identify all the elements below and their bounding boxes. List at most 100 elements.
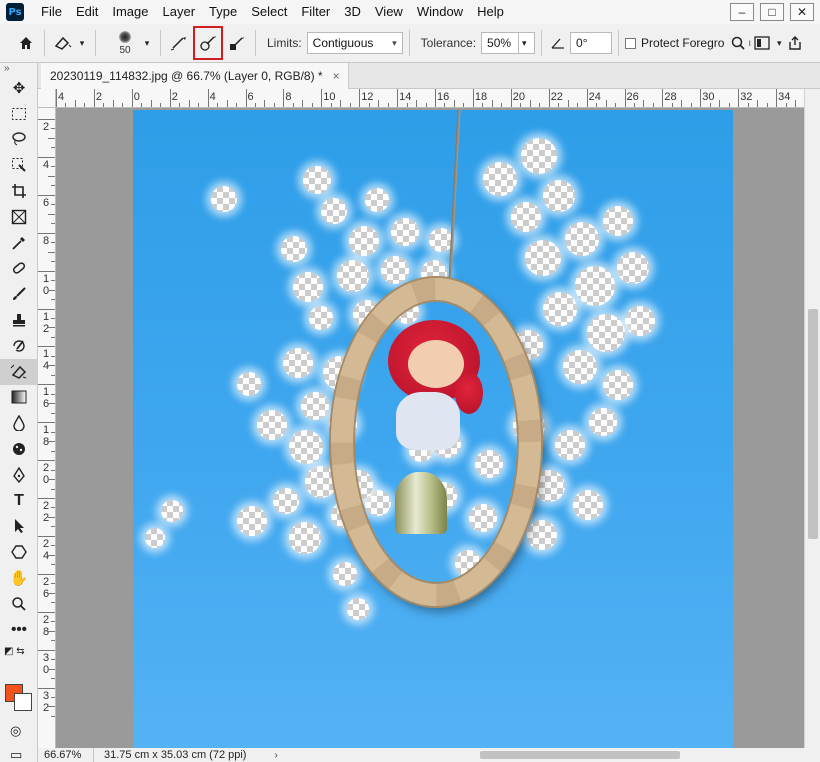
erased-transparent-area	[527, 520, 557, 550]
status-menu-arrow[interactable]: ›	[274, 750, 277, 761]
minimize-button[interactable]: –	[730, 3, 754, 21]
share-icon[interactable]	[785, 31, 805, 55]
close-tab-icon[interactable]: ×	[333, 69, 340, 83]
document-tab[interactable]: 20230119_114832.jpg @ 66.7% (Layer 0, RG…	[41, 63, 349, 89]
ruler-minor-tick	[51, 317, 55, 319]
background-eraser-tool-icon[interactable]	[0, 358, 38, 385]
ruler-minor-tick	[48, 289, 55, 291]
zoom-tool-icon[interactable]	[0, 591, 38, 617]
menu-window[interactable]: Window	[410, 0, 470, 24]
frame-tool-icon[interactable]	[0, 204, 38, 230]
menu-help[interactable]: Help	[470, 0, 511, 24]
move-tool-icon[interactable]: ✥	[0, 75, 38, 101]
sampling-background-icon[interactable]	[225, 31, 249, 55]
protect-foreground-checkbox[interactable]	[625, 37, 637, 49]
eyedropper-tool-icon[interactable]	[0, 230, 38, 256]
erased-transparent-area	[283, 348, 313, 378]
lasso-tool-icon[interactable]	[0, 127, 38, 153]
shape-tool-icon[interactable]	[0, 539, 38, 565]
canvas-pasteboard[interactable]	[56, 108, 804, 748]
horizontal-scroll-thumb[interactable]	[480, 751, 680, 759]
document-canvas[interactable]	[133, 110, 733, 748]
ruler-major-tick	[38, 498, 55, 499]
menu-type[interactable]: Type	[202, 0, 244, 24]
maximize-button[interactable]: □	[760, 3, 784, 21]
menu-image[interactable]: Image	[105, 0, 155, 24]
history-brush-tool-icon[interactable]	[0, 333, 38, 359]
healing-brush-tool-icon[interactable]	[0, 256, 38, 282]
ruler-minor-tick	[444, 103, 446, 107]
menu-filter[interactable]: Filter	[294, 0, 337, 24]
workspace-icon[interactable]	[751, 31, 773, 55]
brush-size-picker[interactable]: 50	[110, 26, 140, 60]
menu-bar: Ps File Edit Image Layer Type Select Fil…	[0, 0, 820, 24]
vertical-ruler[interactable]: 2468101214161820222426283032	[38, 108, 56, 748]
search-icon[interactable]	[728, 31, 748, 55]
swap-colors-icon[interactable]: ◩ ⇆	[0, 643, 38, 661]
erased-transparent-area	[521, 138, 557, 174]
collapse-panel-icon[interactable]: »	[0, 63, 37, 75]
tolerance-dropdown[interactable]: ▾	[519, 32, 536, 54]
menu-file[interactable]: File	[34, 0, 69, 24]
pen-tool-icon[interactable]	[0, 462, 38, 488]
menu-select[interactable]: Select	[244, 0, 294, 24]
ruler-label: 4	[209, 91, 216, 103]
menu-3d[interactable]: 3D	[337, 0, 368, 24]
menu-layer[interactable]: Layer	[156, 0, 203, 24]
vertical-scrollbar[interactable]	[804, 89, 820, 748]
document-size: 31.75 cm x 35.03 cm (72 ppi)	[104, 749, 247, 761]
gradient-tool-icon[interactable]	[0, 385, 38, 411]
blur-tool-icon[interactable]	[0, 410, 38, 436]
crop-tool-icon[interactable]	[0, 178, 38, 204]
limits-select[interactable]: Contiguous ▾	[306, 32, 403, 54]
ruler-minor-tick	[51, 450, 55, 452]
sampling-continuous-icon[interactable]	[167, 31, 191, 55]
ruler-minor-tick	[48, 365, 55, 367]
ruler-label: 32	[42, 689, 50, 714]
screen-mode-icon[interactable]: ▭	[10, 747, 22, 762]
type-tool-icon[interactable]: T	[0, 488, 38, 514]
erased-transparent-area	[289, 430, 323, 464]
erased-transparent-area	[145, 528, 165, 548]
menu-edit[interactable]: Edit	[69, 0, 105, 24]
ruler-minor-tick	[112, 100, 114, 107]
ruler-minor-tick	[567, 100, 569, 107]
clone-stamp-tool-icon[interactable]	[0, 307, 38, 333]
ruler-major-tick	[38, 611, 55, 613]
erased-transparent-area	[337, 260, 369, 292]
chevron-down-icon[interactable]: ▾	[773, 31, 785, 55]
quick-mask-icon[interactable]: ◎	[10, 723, 21, 739]
ruler-minor-tick	[188, 100, 190, 107]
sponge-tool-icon[interactable]	[0, 436, 38, 462]
erased-transparent-area	[289, 522, 321, 554]
object-selection-tool-icon[interactable]	[0, 152, 38, 178]
ruler-minor-tick	[48, 441, 55, 443]
ruler-origin[interactable]	[38, 89, 56, 108]
marquee-tool-icon[interactable]	[0, 101, 38, 127]
hand-tool-icon[interactable]: ✋	[0, 565, 38, 591]
zoom-level[interactable]: 66.67%	[38, 748, 94, 762]
horizontal-scrollbar[interactable]	[420, 748, 804, 762]
brush-tool-icon[interactable]	[0, 281, 38, 307]
vertical-scroll-thumb[interactable]	[808, 309, 818, 539]
ruler-minor-tick	[330, 103, 332, 107]
more-tools-icon[interactable]: •••	[0, 617, 38, 643]
angle-input[interactable]: 0°	[570, 32, 613, 54]
menu-view[interactable]: View	[368, 0, 410, 24]
chevron-down-icon[interactable]: ▾	[140, 31, 154, 55]
ruler-label: 32	[740, 91, 753, 103]
sampling-once-button[interactable]	[193, 26, 223, 60]
home-icon[interactable]	[14, 31, 38, 55]
chevron-down-icon[interactable]: ▾	[75, 31, 89, 55]
ruler-minor-tick	[254, 103, 256, 107]
ruler-label: 20	[42, 462, 50, 487]
horizontal-ruler[interactable]: 4 2 0 2 4 6 8 10 12 14 16 18 20 22 24 26 28 30 32 34	[56, 89, 804, 108]
tolerance-input[interactable]: 50%	[481, 32, 520, 54]
eraser-preset-icon[interactable]	[51, 31, 75, 55]
ruler-minor-tick	[596, 103, 598, 107]
ruler-major-tick	[321, 89, 323, 107]
close-window-button[interactable]: ✕	[790, 3, 814, 21]
background-color-swatch[interactable]	[14, 693, 32, 711]
erased-transparent-area	[575, 266, 615, 306]
path-selection-tool-icon[interactable]	[0, 514, 38, 540]
